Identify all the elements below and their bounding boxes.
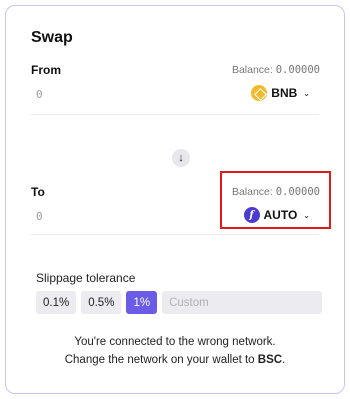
slippage-custom-input[interactable]	[162, 291, 323, 314]
switch-tokens-button[interactable]: ↓	[172, 149, 190, 167]
from-balance: Balance: 0.00000	[232, 64, 320, 76]
to-divider	[31, 234, 319, 235]
from-amount-input[interactable]: 0	[36, 88, 43, 101]
slippage-option-0-5[interactable]: 0.5%	[81, 291, 122, 314]
from-divider	[31, 114, 319, 115]
from-balance-prefix: Balance:	[231, 64, 276, 76]
to-amount-input[interactable]: 0	[36, 210, 43, 223]
to-label: To	[31, 185, 45, 199]
from-token-selector[interactable]: BNB ⌄	[251, 85, 310, 101]
from-label: From	[31, 63, 61, 77]
change-network-message: Change the network on your wallet to BSC…	[6, 354, 344, 366]
slippage-label: Slippage tolerance	[36, 271, 136, 285]
swap-title: Swap	[31, 29, 73, 46]
from-balance-value: 0.00000	[275, 64, 320, 76]
from-token-symbol: BNB	[271, 86, 298, 100]
slippage-options: 0.1% 0.5% 1%	[36, 291, 323, 314]
change-network-prefix: Change the network on your wallet to	[64, 354, 258, 366]
bnb-token-icon	[251, 85, 268, 101]
network-name: BSC	[257, 354, 283, 366]
highlight-box	[220, 171, 331, 229]
chevron-down-icon: ⌄	[303, 88, 310, 98]
change-network-suffix: .	[282, 354, 286, 366]
slippage-option-1[interactable]: 1%	[126, 291, 158, 314]
wrong-network-message: You're connected to the wrong network.	[74, 336, 276, 348]
arrow-down-icon: ↓	[178, 152, 184, 164]
slippage-option-0-1[interactable]: 0.1%	[36, 291, 77, 314]
